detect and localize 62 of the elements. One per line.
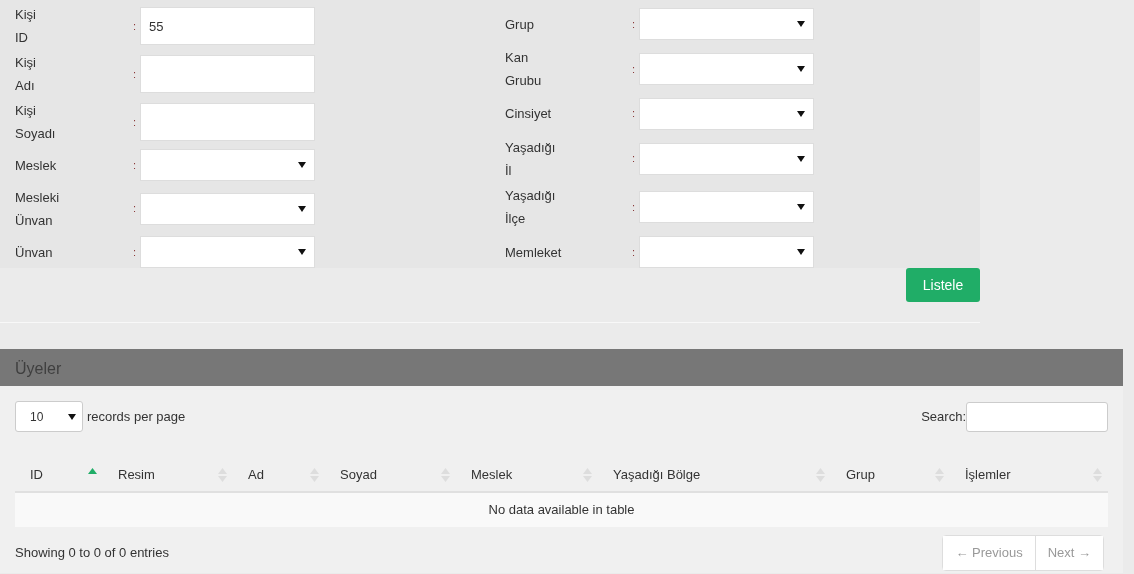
separator: : (632, 244, 637, 260)
caret-icon (298, 161, 306, 170)
separator: : (133, 19, 138, 35)
page-length-label: records per page (87, 407, 186, 426)
caret-icon (298, 204, 306, 213)
separator: : (632, 106, 637, 122)
dropdown[interactable] (639, 8, 814, 40)
column-header[interactable]: İşlemler (965, 464, 1011, 485)
separator: : (133, 66, 138, 82)
text-input[interactable] (140, 55, 315, 94)
empty-message: No data available in table (488, 501, 635, 520)
column-header[interactable]: Ad (248, 464, 264, 485)
caret-icon (797, 248, 805, 256)
field-label: Memleket (505, 243, 562, 262)
separator: : (632, 16, 637, 32)
search-label: Search: (921, 407, 966, 426)
caret-icon (797, 203, 805, 212)
text-input[interactable] (140, 102, 315, 141)
separator: : (133, 244, 138, 260)
dropdown[interactable] (140, 236, 315, 268)
separator: : (632, 151, 637, 167)
text-input[interactable]: 55 (140, 7, 315, 46)
caret-icon (797, 109, 805, 118)
column-header[interactable]: ID (30, 464, 43, 485)
field-label: Mesleki Ünvan (15, 188, 60, 230)
caret-icon (797, 64, 805, 73)
dropdown[interactable] (639, 52, 814, 85)
dropdown[interactable] (639, 191, 814, 224)
field-label: Yaşadığı İlçe (505, 187, 556, 229)
select-value: 10 (30, 408, 44, 426)
field-label: Kişi Soyadı (15, 101, 56, 143)
field-label: Kişi Adı (15, 54, 36, 96)
separator: : (133, 114, 138, 130)
dropdown[interactable] (639, 236, 814, 268)
field-label: Grup (505, 15, 534, 34)
page-length-select[interactable]: 10 (15, 401, 83, 432)
field-label: Cinsiyet (505, 105, 552, 124)
dropdown[interactable] (140, 149, 315, 182)
field-label: Yaşadığı İl (505, 138, 556, 180)
field-label: Meslek (15, 156, 57, 175)
caret-icon (797, 154, 805, 163)
column-header[interactable]: Soyad (340, 464, 377, 485)
dropdown[interactable] (140, 192, 315, 225)
separator: : (632, 61, 637, 77)
column-header[interactable]: Grup (846, 464, 875, 485)
separator: : (133, 201, 138, 217)
field-label: Kişi ID (15, 6, 36, 48)
column-header[interactable]: Resim (118, 464, 155, 485)
caret-icon (68, 412, 76, 421)
table-info: Showing 0 to 0 of 0 entries (15, 544, 169, 562)
caret-icon (797, 20, 805, 28)
separator: : (632, 199, 637, 215)
caret-icon (298, 248, 306, 256)
column-header[interactable]: Yaşadığı Bölge (613, 464, 701, 485)
dropdown[interactable] (639, 142, 814, 175)
separator: : (133, 158, 138, 173)
field-label: Ünvan (15, 243, 53, 262)
dropdown[interactable] (639, 97, 814, 130)
field-label: Kan Grubu (505, 48, 542, 90)
column-header[interactable]: Meslek (471, 464, 513, 485)
panel-title: Üyeler (0, 349, 1123, 386)
search-field[interactable] (966, 401, 1108, 432)
